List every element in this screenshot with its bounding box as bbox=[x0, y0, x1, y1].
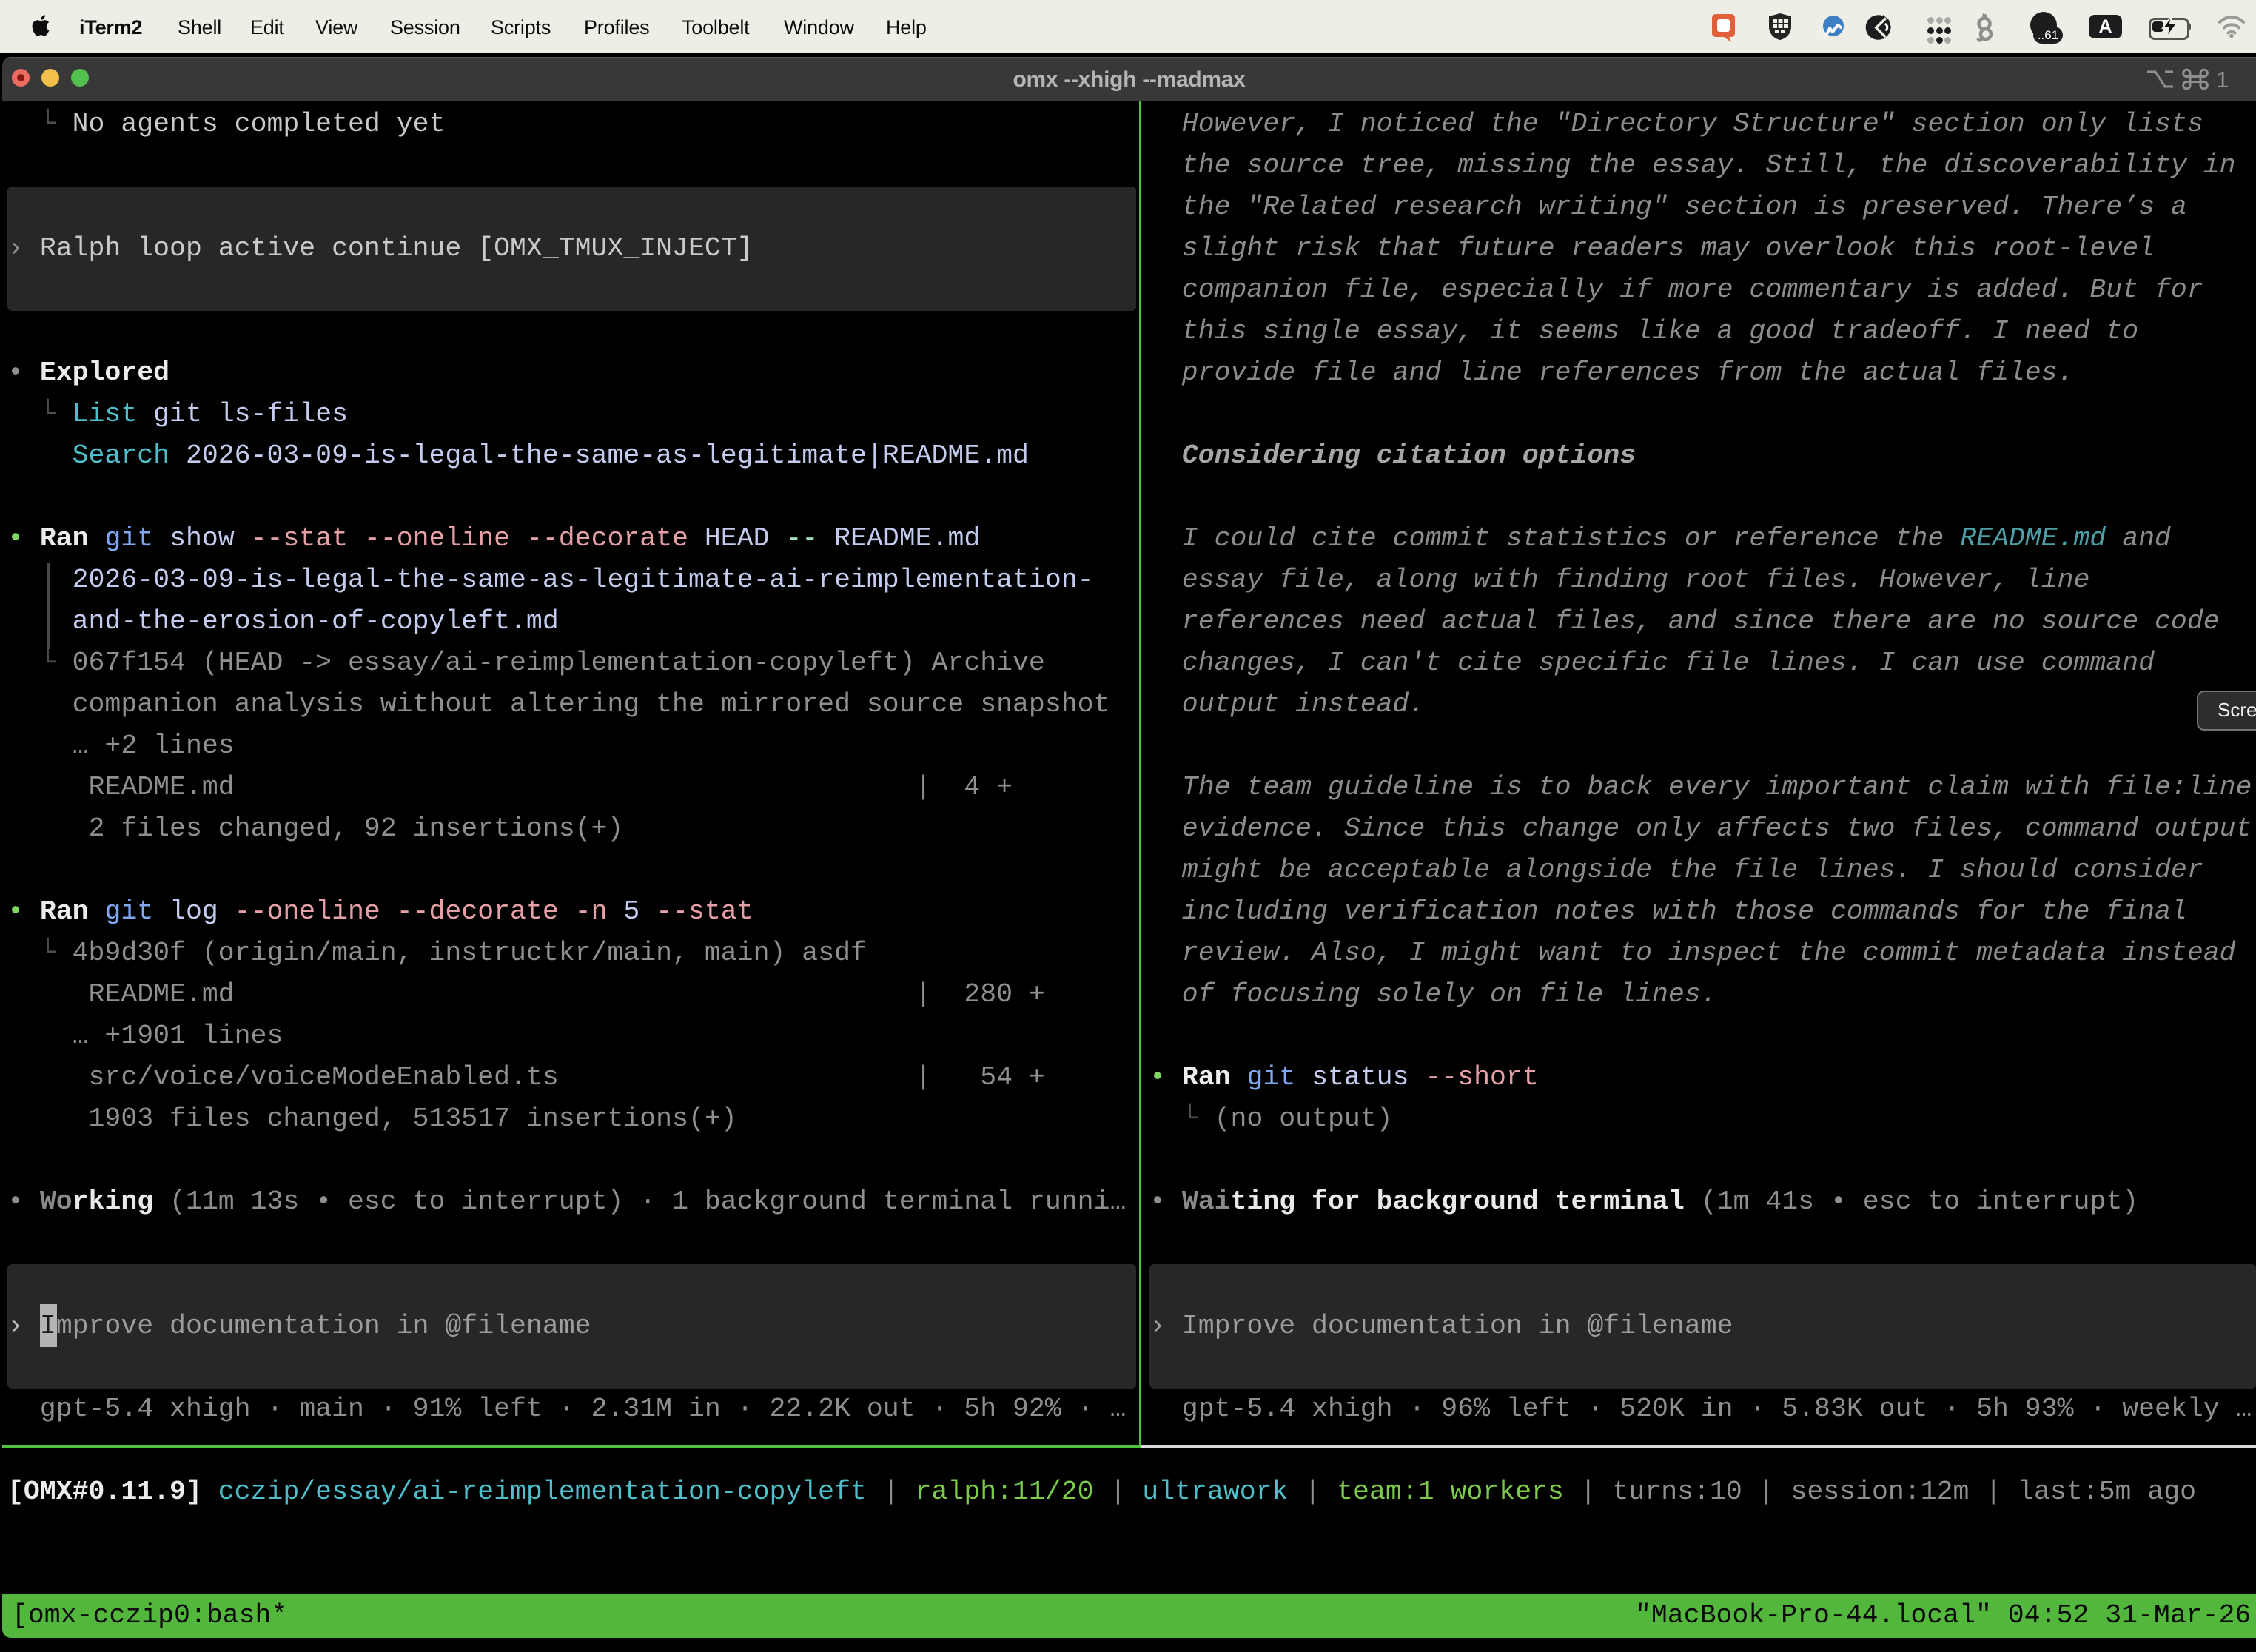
svg-text:1: 1 bbox=[2216, 67, 2229, 93]
